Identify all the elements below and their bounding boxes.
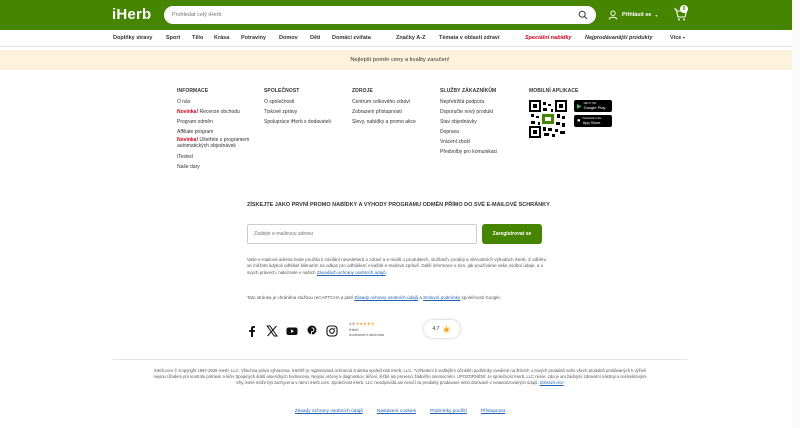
footer-link-rewards[interactable]: Program odměn — [177, 117, 257, 127]
footer-link-wellness-hub[interactable]: Centrum celkového zdraví — [352, 97, 416, 107]
footer-link-company[interactable]: O společnosti — [264, 97, 331, 107]
search-input[interactable] — [172, 12, 572, 18]
search-icon[interactable] — [578, 10, 588, 20]
legal-link-accessibility[interactable]: Přístupnost — [481, 409, 505, 414]
footer-link-suggest-product[interactable]: Doporučte nový produkt — [440, 107, 497, 117]
rating-stars: ★★★★★ — [355, 321, 375, 326]
rating-chip[interactable]: 4.7 — [424, 320, 460, 338]
promo-banner[interactable]: Nejlepší poměr ceny a kvality zaručen! — [0, 50, 800, 70]
footer-link-support[interactable]: Nepřetržitá podpora — [440, 97, 497, 107]
scrollbar[interactable] — [792, 0, 800, 428]
footer-link-suppliers[interactable]: Spolupráce iHerb s dodavateli — [264, 117, 331, 127]
footer-link-press[interactable]: Tiskové zprávy — [264, 107, 331, 117]
rating-caption: hodnocení obchodu — [349, 332, 385, 337]
legal-link-terms[interactable]: Podmínky použití — [430, 409, 467, 414]
app-store-button[interactable]: ● Download on the App Store — [574, 115, 612, 127]
footer-link-autoship[interactable]: Novinka! Ušetřete s programem automatick… — [177, 137, 257, 152]
nav-item-sport[interactable]: Sport — [166, 35, 180, 41]
footer-link-returns[interactable]: Vrácení zboží — [440, 137, 497, 147]
user-icon — [608, 10, 618, 20]
footer-link-shipping[interactable]: Doprava — [440, 127, 497, 137]
show-more-link[interactable]: Zobrazit více — [540, 380, 564, 385]
footer-divider — [113, 359, 687, 360]
instagram-icon[interactable] — [326, 325, 338, 337]
iherb-logo[interactable]: iHerb — [112, 6, 151, 23]
header-bar: iHerb Přihlásit se ▾ 0 — [0, 0, 800, 30]
nav-item-grocery[interactable]: Potraviny — [241, 35, 266, 41]
pinterest-icon[interactable] — [306, 325, 318, 337]
nav-item-supplements[interactable]: Doplňky stravy — [113, 35, 152, 41]
footer-link-donations[interactable]: Naše dary — [177, 162, 257, 172]
chevron-down-icon: ▾ — [655, 12, 658, 18]
recaptcha-notice: Tato stránka je chráněna službou reCAPTC… — [247, 295, 501, 300]
sign-in-label: Přihlásit se — [622, 12, 652, 18]
qr-code-icon — [529, 100, 567, 138]
nav-item-brands[interactable]: Značky A-Z — [396, 35, 425, 41]
footer-column-title: SPOLEČNOST — [264, 88, 300, 94]
footer-column-company: SPOLEČNOST O společnosti Tiskové zprávy … — [264, 88, 331, 127]
legal-disclaimer: iHerb.com © Copyright 1997-2026 iHerb, L… — [153, 368, 647, 386]
footer-link-about[interactable]: O nás — [177, 97, 257, 107]
footer-column-mobile-app: MOBILNÍ APLIKACE — [529, 88, 578, 97]
chevron-down-icon: ▾ — [682, 35, 685, 40]
nav-item-home[interactable]: Domov — [279, 35, 298, 41]
nav-item-kids[interactable]: Děti — [310, 35, 320, 41]
google-privacy-link[interactable]: Zásady ochrany osobních údajů — [354, 295, 418, 300]
footer-column-title: INFORMACE — [177, 88, 209, 94]
legal-link-cookies[interactable]: Nastavení cookies — [377, 409, 416, 414]
nav-more-label: Více — [670, 35, 682, 41]
footer-column-title: ZDROJE — [352, 88, 373, 94]
nav-item-pets[interactable]: Domácí zvířata — [332, 35, 371, 41]
nav-item-beauty[interactable]: Krása — [214, 35, 229, 41]
newsletter-disclaimer: Vaše e-mailová adresa bude použita k zas… — [247, 257, 547, 275]
store-rating-widget[interactable]: 4.8 ★★★★★ iHerb hodnocení obchodu — [349, 321, 384, 338]
play-icon: ▶ — [577, 103, 582, 110]
footer-link-store-reviews[interactable]: Novinka! Recenze obchodu — [177, 107, 257, 117]
footer-link-affiliate[interactable]: Affiliate program — [177, 127, 257, 137]
footer-column-resources: ZDROJE Centrum celkového zdraví Zobrazen… — [352, 88, 416, 127]
email-field[interactable] — [247, 224, 477, 244]
nav-item-health-topics[interactable]: Témata v oblasti zdraví — [439, 35, 500, 41]
google-play-button[interactable]: ▶ GET IT ON Google Play — [574, 100, 612, 112]
sign-in-button[interactable]: Přihlásit se ▾ — [608, 8, 657, 22]
facebook-icon[interactable] — [246, 325, 258, 337]
nav-item-more[interactable]: Více ▾ — [670, 35, 685, 41]
footer-column-info: INFORMACE O nás Novinka! Recenze obchodu… — [177, 88, 257, 172]
footer-link-order-status[interactable]: Stav objednávky — [440, 117, 497, 127]
youtube-icon[interactable] — [286, 325, 298, 337]
star-icon — [442, 324, 452, 334]
newsletter-title: ZÍSKEJTE JAKO PRVNÍ PROMO NABÍDKY A VÝHO… — [247, 202, 550, 208]
privacy-policy-link[interactable]: Zásadách ochrany osobních údajů — [317, 270, 386, 275]
chip-rating-value: 4.7 — [432, 326, 440, 332]
apple-icon: ● — [577, 118, 581, 124]
legal-link-privacy[interactable]: Zásady ochrany osobních údajů — [295, 409, 363, 414]
category-nav: Doplňky stravy Sport Tělo Krása Potravin… — [0, 30, 800, 47]
x-twitter-icon[interactable] — [266, 325, 278, 337]
footer-column-customer-service: SLUŽBY ZÁKAZNÍKŮM Nepřetržitá podpora Do… — [440, 88, 497, 157]
google-terms-link[interactable]: Smluvní podmínky — [423, 295, 460, 300]
nav-item-specials[interactable]: Speciální nabídky — [525, 35, 571, 41]
footer-link-communication-prefs[interactable]: Předvolby pro komunikaci — [440, 147, 497, 157]
subscribe-button[interactable]: Zaregistrovat se — [482, 224, 542, 244]
footer-link-label: Recenze obchodu — [199, 109, 240, 115]
footer-link-deals[interactable]: Slevy, nabídky a promo akce — [352, 117, 416, 127]
search-box[interactable] — [164, 6, 596, 24]
footer-column-title: MOBILNÍ APLIKACE — [529, 88, 579, 94]
cart-count-badge: 0 — [680, 5, 688, 13]
nav-item-best-sellers[interactable]: Nejprodávanější produkty — [585, 35, 653, 41]
footer-column-title: SLUŽBY ZÁKAZNÍKŮM — [440, 88, 497, 94]
google-play-label: GET IT ON Google Play — [583, 101, 606, 110]
rating-value: 4.8 — [349, 321, 355, 326]
footer-link-accessibility-view[interactable]: Zobrazení přístupnosti — [352, 107, 416, 117]
legal-links: Zásady ochrany osobních údajů Nastavení … — [200, 409, 600, 414]
app-store-label: Download on the App Store — [582, 116, 602, 125]
nav-item-body[interactable]: Tělo — [192, 35, 203, 41]
new-badge: Novinka! — [177, 109, 199, 115]
footer-link-itested[interactable]: iTested — [177, 152, 257, 162]
